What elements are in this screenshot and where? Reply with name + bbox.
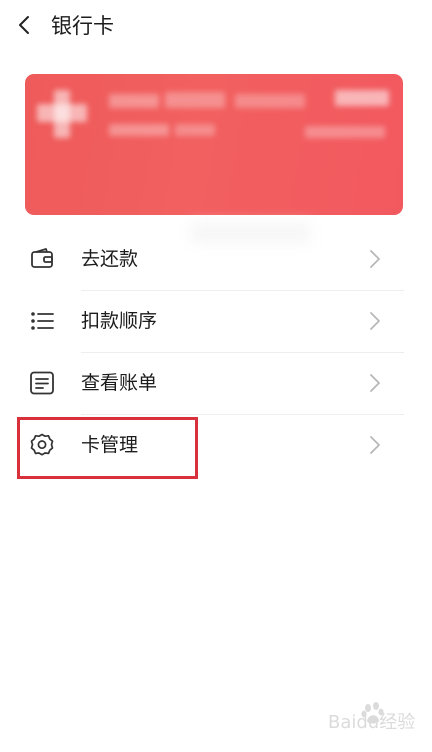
- menu-item-deduction-order[interactable]: 扣款顺序: [0, 290, 432, 352]
- obscured-text: [165, 92, 225, 108]
- obscured-logo-block: [54, 90, 70, 138]
- chevron-left-icon: [19, 16, 29, 34]
- obscured-text: [109, 124, 169, 136]
- page-title: 银行卡: [51, 14, 114, 38]
- list-icon: [28, 307, 56, 335]
- menu-item-repay[interactable]: 去还款: [0, 228, 432, 290]
- obscured-text: [305, 126, 385, 138]
- obscured-text: [235, 94, 305, 108]
- chevron-right-icon: [366, 434, 384, 456]
- bank-card[interactable]: [25, 74, 403, 215]
- bill-icon: [28, 369, 56, 397]
- obscured-text: [109, 94, 159, 108]
- watermark-text: Baidu经验: [328, 712, 416, 733]
- back-button[interactable]: [10, 10, 40, 40]
- menu-item-view-bill[interactable]: 查看账单: [0, 352, 432, 414]
- chevron-right-icon: [366, 310, 384, 332]
- menu-item-label: 扣款顺序: [81, 310, 158, 332]
- obscured-text: [335, 90, 389, 106]
- baidu-watermark: Baidu经验: [314, 700, 424, 740]
- chevron-right-icon: [366, 372, 384, 394]
- obscured-text: [175, 124, 215, 136]
- app-header: 银行卡: [0, 0, 432, 52]
- chevron-right-icon: [366, 248, 384, 270]
- menu-item-label: 去还款: [81, 248, 139, 270]
- wallet-icon: [28, 245, 56, 273]
- highlight-annotation-box: [17, 417, 198, 479]
- menu-item-label: 查看账单: [81, 372, 158, 394]
